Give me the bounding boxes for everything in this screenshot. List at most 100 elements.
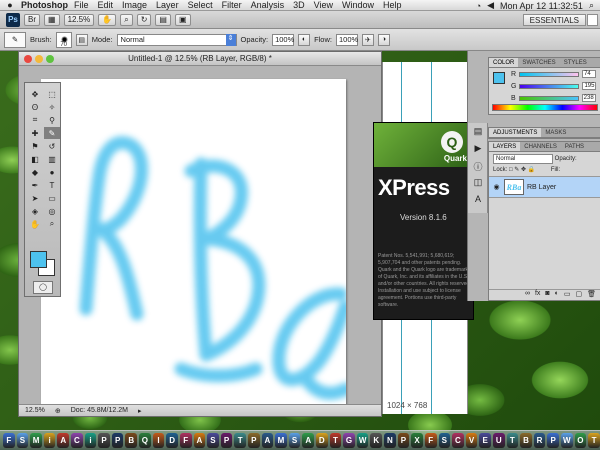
color-panel-foreground-chip[interactable]	[493, 72, 505, 84]
dock-icon-38[interactable]: B	[520, 433, 532, 448]
workspace-switcher[interactable]: ESSENTIALS	[522, 14, 586, 26]
hand-tool-button[interactable]: ✋	[98, 13, 117, 26]
dock-icon-31[interactable]: F	[424, 433, 437, 448]
dock-icon-11[interactable]: I	[152, 433, 165, 448]
dock-icon-34[interactable]: V	[465, 433, 478, 448]
dock-icon-13[interactable]: F	[179, 433, 192, 448]
adjustment-layer-icon[interactable]: ◐	[555, 290, 559, 300]
dock-icon-39[interactable]: R	[533, 433, 546, 448]
menu-app-name[interactable]: Photoshop	[21, 0, 68, 10]
actions-panel-icon[interactable]: ▶	[470, 143, 486, 157]
search-field[interactable]	[587, 14, 598, 26]
trash-icon[interactable]: 🗑	[587, 290, 596, 300]
dock-icon-23[interactable]: D	[316, 433, 328, 448]
dodge-tool-icon[interactable]: ●	[44, 166, 60, 178]
quick-select-tool-icon[interactable]: ✧	[44, 101, 60, 113]
add-mask-icon[interactable]: ◙	[545, 290, 549, 300]
zoom-tool-icon[interactable]: ⌕	[44, 218, 60, 230]
dock-icon-17[interactable]: T	[234, 433, 246, 448]
clone-stamp-tool-icon[interactable]: ⚑	[27, 140, 43, 152]
tab-adjustments[interactable]: ADJUSTMENTS	[489, 128, 542, 137]
rotate-view-button[interactable]: ↻	[136, 13, 152, 26]
menu-image[interactable]: Image	[122, 0, 147, 10]
dock-icon-19[interactable]: A	[261, 433, 274, 448]
history-brush-tool-icon[interactable]: ↺	[44, 140, 60, 152]
dock-icon-24[interactable]: T	[329, 433, 342, 448]
move-tool-icon[interactable]: ✥	[27, 88, 43, 100]
gradient-tool-icon[interactable]: ▥	[44, 153, 60, 165]
dock-icon-1[interactable]: S	[16, 433, 29, 448]
dock-icon-0[interactable]: F	[3, 433, 15, 448]
dock-icon-26[interactable]: W	[356, 433, 369, 448]
color-slider-g[interactable]: G 195	[489, 80, 600, 92]
pen-tool-icon[interactable]: ✒	[27, 179, 43, 191]
dock-icon-30[interactable]: X	[411, 433, 423, 448]
hand-tool-icon[interactable]: ✋	[27, 218, 43, 230]
layer-name[interactable]: RB Layer	[527, 184, 556, 191]
dock-icon-6[interactable]: i	[84, 433, 97, 448]
menu-window[interactable]: Window	[342, 0, 374, 10]
shape-tool-icon[interactable]: ▭	[44, 192, 60, 204]
status-menu-icon[interactable]: ▸	[138, 407, 142, 415]
dock-icon-28[interactable]: N	[384, 433, 396, 448]
menu-3d[interactable]: 3D	[293, 0, 305, 10]
dock-icon-37[interactable]: T	[506, 433, 519, 448]
r-value-field[interactable]: 74	[582, 70, 597, 78]
dock-icon-8[interactable]: P	[111, 433, 124, 448]
menu-analysis[interactable]: Analysis	[251, 0, 285, 10]
tab-swatches[interactable]: SWATCHES	[518, 58, 559, 67]
dock-icon-9[interactable]: B	[125, 433, 138, 448]
g-slider-track[interactable]	[519, 83, 580, 89]
tab-paths[interactable]: PATHS	[561, 142, 588, 151]
dock-icon-12[interactable]: D	[166, 433, 178, 448]
flow-field[interactable]: 100%	[335, 33, 358, 46]
tab-channels[interactable]: CHANNELS	[520, 142, 561, 151]
path-select-tool-icon[interactable]: ➤	[27, 192, 43, 204]
menubar-clock[interactable]: Mon Apr 12 11:32:51	[500, 1, 583, 11]
foreground-color-swatch[interactable]	[30, 251, 47, 268]
status-info-icon[interactable]: ⊕	[55, 407, 61, 415]
color-spectrum-ramp[interactable]	[492, 104, 598, 111]
zoom-level-select[interactable]: 12.5%	[63, 13, 95, 26]
blur-tool-icon[interactable]: ◆	[27, 166, 43, 178]
quick-mask-icon[interactable]: ◯	[33, 281, 53, 294]
apple-icon[interactable]: ●	[3, 0, 17, 10]
brush-panel-toggle-icon[interactable]: ▤	[75, 33, 88, 46]
dock-icon-22[interactable]: A	[302, 433, 315, 448]
dock-icon-18[interactable]: P	[247, 433, 260, 448]
tool-preset-picker[interactable]: ✎	[4, 31, 26, 48]
arrange-documents-button[interactable]: ▤	[155, 13, 171, 26]
document-title-bar[interactable]: Untitled-1 @ 12.5% (RB Layer, RGB/8) *	[19, 52, 381, 66]
lock-icons[interactable]: □ ✎ ✥ 🔒	[509, 167, 535, 173]
dock-icon-29[interactable]: P	[397, 433, 410, 448]
layer-row[interactable]: ◉ RBa RB Layer	[489, 176, 600, 198]
dock-icon-43[interactable]: T	[588, 433, 600, 448]
dock-icon-5[interactable]: C	[71, 433, 83, 448]
size-pressure-icon[interactable]: ◑	[377, 33, 390, 46]
menu-view[interactable]: View	[314, 0, 333, 10]
brush-preset-picker[interactable]: 70	[55, 31, 72, 48]
navigator-panel-icon[interactable]: ◫	[470, 177, 486, 191]
3d-orbit-tool-icon[interactable]: ◎	[44, 205, 60, 217]
tab-masks[interactable]: MASKS	[541, 128, 570, 137]
zoom-tool-button[interactable]: ⌕	[120, 13, 133, 26]
dock-icon-3[interactable]: i	[43, 433, 56, 448]
marquee-tool-icon[interactable]: ⬚	[44, 88, 60, 100]
blend-mode-select[interactable]: Normal	[116, 33, 237, 46]
airbrush-icon[interactable]: ✈	[361, 33, 374, 46]
volume-icon[interactable]: ◀	[487, 0, 494, 11]
history-panel-icon[interactable]: ▤	[470, 126, 486, 140]
status-zoom[interactable]: 12.5%	[25, 407, 45, 414]
launch-bridge-button[interactable]: Br	[24, 13, 40, 26]
menu-layer[interactable]: Layer	[156, 0, 179, 10]
b-value-field[interactable]: 238	[581, 94, 596, 102]
dock-icon-4[interactable]: A	[57, 433, 70, 448]
dock-icon-27[interactable]: K	[370, 433, 383, 448]
crop-tool-icon[interactable]: ⌗	[27, 114, 43, 126]
layer-visibility-eye-icon[interactable]: ◉	[492, 183, 501, 191]
new-layer-icon[interactable]: ▢	[575, 290, 582, 300]
menu-edit[interactable]: Edit	[98, 0, 114, 10]
r-slider-track[interactable]	[519, 71, 580, 77]
dock-icon-25[interactable]: G	[343, 433, 355, 448]
dock-icon-36[interactable]: U	[492, 433, 505, 448]
